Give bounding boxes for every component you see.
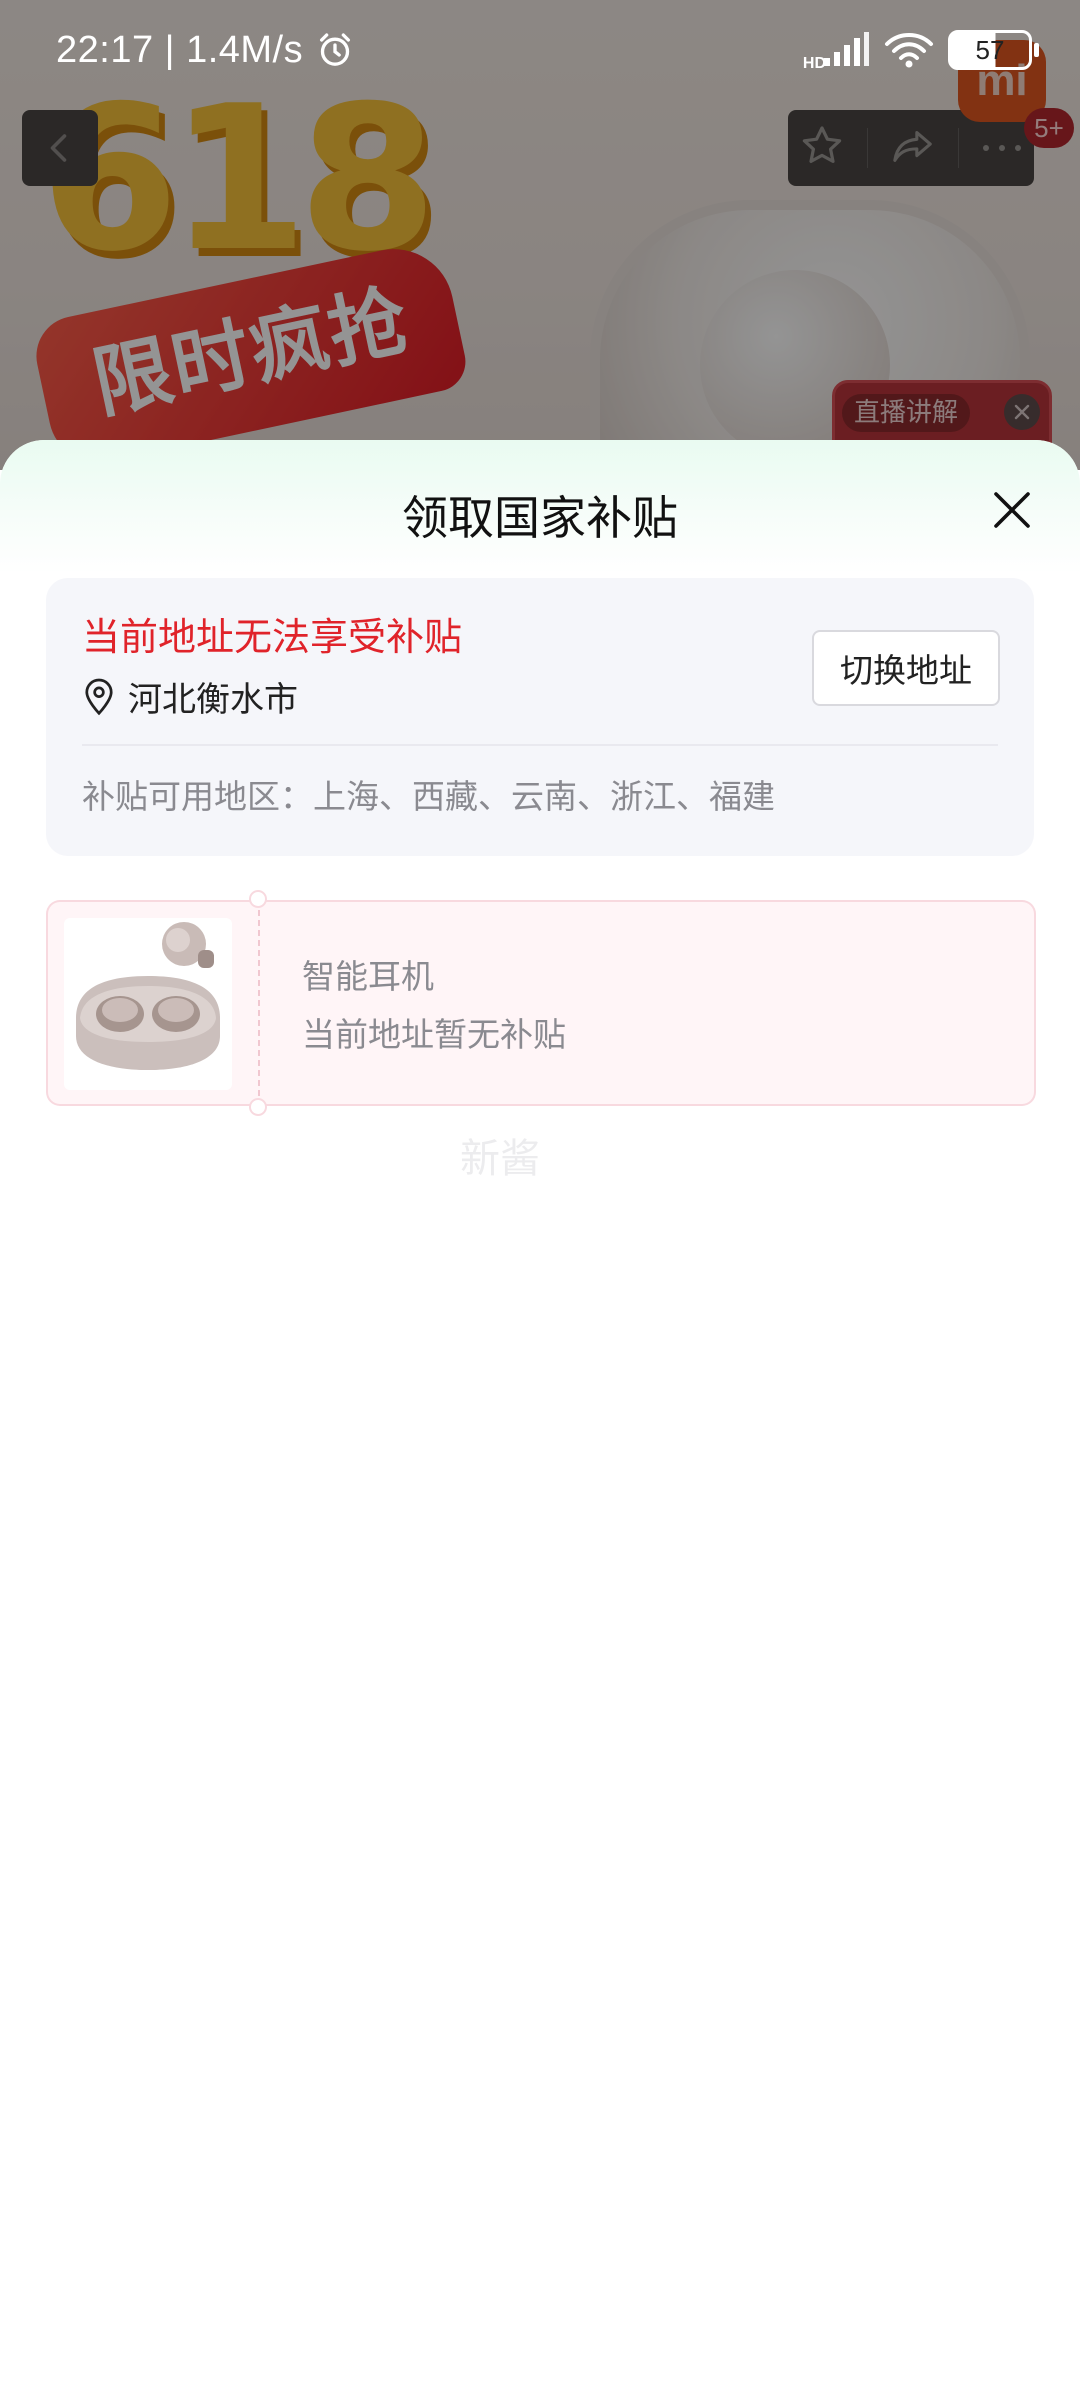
sheet-header: 领取国家补贴 bbox=[0, 440, 1080, 574]
status-icons: HD 57 bbox=[803, 27, 1039, 73]
current-address: 河北衡水市 bbox=[82, 672, 298, 721]
close-icon bbox=[994, 492, 1030, 528]
location-pin-icon bbox=[85, 678, 113, 715]
battery-indicator: 57 bbox=[948, 30, 1039, 70]
sheet-title: 领取国家补贴 bbox=[402, 491, 678, 545]
status-bar: 22:17 | 1.4M/s HD 57 bbox=[0, 0, 1080, 100]
watermark-text: 新酱 bbox=[460, 1136, 540, 1182]
divider bbox=[82, 744, 998, 746]
status-time: 22:17 | 1.4M/s bbox=[56, 28, 304, 71]
sheet-close-button[interactable] bbox=[986, 484, 1038, 536]
address-city: 河北衡水市 bbox=[128, 680, 298, 720]
address-warning: 当前地址无法享受补贴 bbox=[82, 615, 463, 659]
coupon-product-section bbox=[46, 900, 258, 1106]
coupon-notch bbox=[249, 1098, 267, 1116]
cellular-signal-icon bbox=[824, 32, 869, 66]
coupon-info-section: 智能耳机 当前地址暂无补贴 bbox=[258, 900, 1036, 1106]
subsidy-bottom-sheet: 领取国家补贴 当前地址无法享受补贴 河北衡水市 切换地址 补贴可用地区：上海、西… bbox=[0, 440, 1080, 2400]
switch-address-button[interactable]: 切换地址 bbox=[812, 630, 1000, 706]
coupon-status: 当前地址暂无补贴 bbox=[302, 1015, 566, 1054]
alarm-icon bbox=[320, 33, 351, 66]
earbuds-product-image bbox=[64, 918, 232, 1090]
address-card: 当前地址无法享受补贴 河北衡水市 切换地址 补贴可用地区：上海、西藏、云南、浙江… bbox=[46, 578, 1034, 856]
wifi-icon bbox=[885, 33, 933, 68]
eligible-regions: 补贴可用地区：上海、西藏、云南、浙江、福建 bbox=[82, 777, 775, 816]
subsidy-coupon-card[interactable]: 智能耳机 当前地址暂无补贴 bbox=[46, 890, 1036, 1116]
coupon-notch bbox=[249, 890, 267, 908]
coupon-product-name: 智能耳机 bbox=[302, 957, 434, 996]
